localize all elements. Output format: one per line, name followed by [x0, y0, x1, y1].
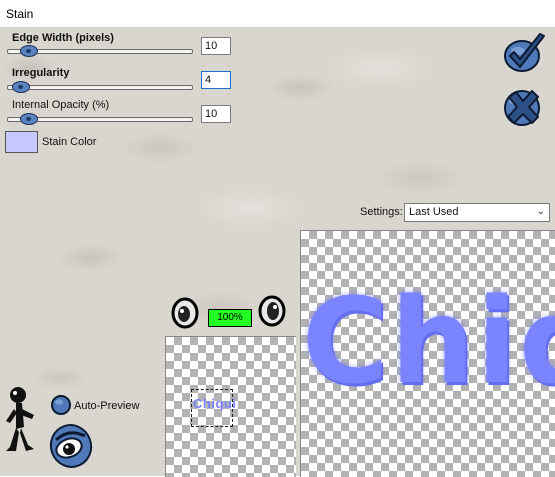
stain-color-label: Stain Color — [42, 136, 97, 148]
help-figure-icon — [6, 387, 34, 451]
settings-selected-value: Last Used — [409, 206, 459, 218]
auto-preview-toggle[interactable] — [50, 394, 72, 419]
help-button[interactable] — [4, 385, 38, 468]
x-icon — [504, 90, 540, 126]
zoom-in-eye-icon — [258, 295, 286, 327]
irregularity-slider[interactable] — [7, 85, 193, 90]
ok-button[interactable] — [500, 32, 548, 79]
irregularity-input[interactable]: 4 — [201, 71, 231, 89]
zoom-in-button[interactable] — [257, 294, 287, 331]
large-preview-text: Chiqui — [302, 272, 555, 410]
zoom-out-eye-icon — [171, 297, 199, 329]
settings-label: Settings: — [360, 206, 403, 218]
edge-width-input[interactable]: 10 — [201, 37, 231, 55]
irregularity-label: Irregularity — [12, 67, 70, 79]
irregularity-slider-thumb[interactable] — [12, 81, 31, 93]
zoom-out-button[interactable] — [170, 296, 200, 333]
settings-dropdown[interactable]: Last Used ⌄ — [404, 203, 550, 222]
title-bar: Stain — [0, 0, 555, 28]
internal-opacity-input[interactable]: 10 — [201, 105, 231, 123]
checkmark-icon — [504, 33, 545, 72]
toggle-indicator-icon — [51, 395, 71, 415]
after-preview-content: Chiqui — [300, 230, 555, 476]
internal-opacity-label: Internal Opacity (%) — [12, 99, 110, 111]
edge-width-label: Edge Width (pixels) — [12, 32, 114, 44]
chevron-down-icon: ⌄ — [536, 206, 545, 217]
eye-icon — [49, 424, 93, 468]
stain-color-swatch[interactable] — [5, 131, 38, 153]
auto-preview-label: Auto-Preview — [74, 400, 140, 412]
cancel-button[interactable] — [500, 84, 546, 133]
auto-preview-button[interactable] — [47, 420, 95, 473]
zoom-level: 100% — [208, 309, 252, 327]
preview-navigation-rectangle[interactable] — [191, 389, 233, 427]
window-title: Stain — [6, 7, 34, 21]
